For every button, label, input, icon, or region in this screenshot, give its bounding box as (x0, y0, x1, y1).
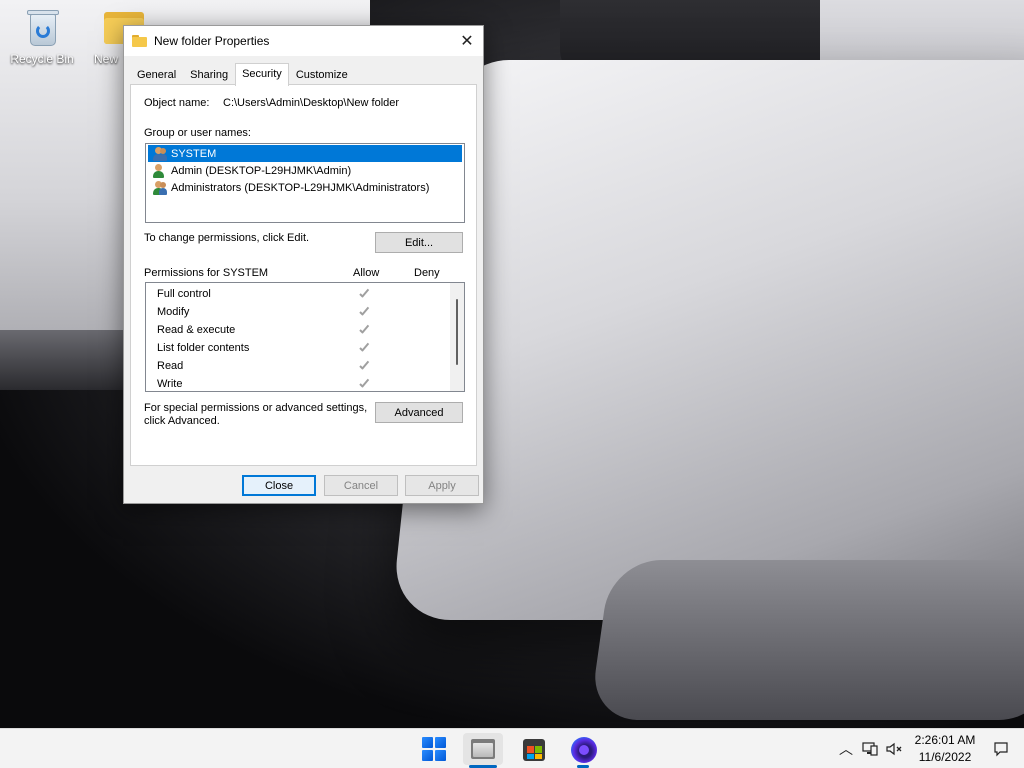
user-icon (151, 163, 167, 179)
user-name: Administrators (DESKTOP-L29HJMK\Administ… (171, 181, 430, 194)
system-clock[interactable]: 2:26:01 AM 11/6/2022 (908, 732, 982, 766)
permission-name: Full control (157, 288, 211, 300)
desktop-icon-label: Recycle Bin (10, 52, 74, 66)
show-hidden-icons-chevron-up-icon[interactable]: ︿ (836, 729, 856, 768)
allow-check-icon (358, 323, 372, 337)
desktop-icon-recycle-bin[interactable]: Recycle Bin (2, 6, 82, 66)
scrollbar[interactable] (450, 283, 464, 391)
folder-icon (132, 35, 147, 47)
clock-time: 2:26:01 AM (914, 733, 976, 747)
clock-date: 11/6/2022 (918, 750, 972, 764)
user-name: Admin (DESKTOP-L29HJMK\Admin) (171, 164, 352, 177)
file-explorer-icon (471, 739, 495, 759)
properties-dialog: New folder Properties ✕ General Sharing … (123, 25, 484, 504)
taskbar-firefox[interactable] (563, 733, 603, 768)
table-row: Read & execute (146, 322, 451, 340)
table-row: Full control (146, 286, 451, 304)
object-name-label: Object name: (144, 97, 210, 109)
user-list[interactable]: SYSTEM Admin (DESKTOP-L29HJMK\Admin) Adm… (145, 143, 465, 223)
scrollbar-thumb[interactable] (456, 299, 458, 365)
allow-check-icon (358, 341, 372, 355)
cancel-button[interactable]: Cancel (324, 475, 398, 496)
table-row: List folder contents (146, 340, 451, 358)
allow-column-header: Allow (353, 267, 380, 279)
permission-name: Modify (157, 306, 190, 318)
volume-muted-icon[interactable] (884, 729, 906, 768)
advanced-text: click Advanced. (144, 415, 220, 427)
permission-name: Read & execute (157, 324, 236, 336)
tab-sharing[interactable]: Sharing (183, 65, 235, 85)
list-item[interactable]: SYSTEM (148, 145, 462, 162)
permissions-list[interactable]: Full control Modify Read & execute List … (145, 282, 465, 392)
tab-customize[interactable]: Customize (289, 65, 355, 85)
taskbar: ︿ 2:26:01 AM 11/6/2022 (0, 728, 1024, 768)
permission-name: List folder contents (157, 342, 250, 354)
list-item[interactable]: Admin (DESKTOP-L29HJMK\Admin) (148, 162, 462, 179)
user-group-icon (151, 180, 167, 196)
permissions-for-label: Permissions for SYSTEM (144, 267, 269, 279)
user-name: SYSTEM (171, 147, 217, 160)
tab-strip: General Sharing Security Customize (130, 63, 355, 86)
windows-start-icon (422, 737, 446, 761)
wallpaper-shape (390, 60, 1024, 620)
wallpaper-shape (588, 560, 1024, 720)
table-row: Read (146, 358, 451, 376)
list-item[interactable]: Administrators (DESKTOP-L29HJMK\Administ… (148, 179, 462, 196)
allow-check-icon (358, 287, 372, 301)
network-icon[interactable] (860, 729, 880, 768)
deny-column-header: Deny (414, 267, 440, 279)
microsoft-store-icon (523, 739, 545, 761)
allow-check-icon (358, 305, 372, 319)
allow-check-icon (358, 377, 372, 391)
start-button[interactable] (414, 733, 454, 765)
tab-security[interactable]: Security (235, 63, 289, 86)
tab-general[interactable]: General (130, 65, 183, 85)
security-tab-panel: Object name: C:\Users\Admin\Desktop\New … (130, 84, 477, 466)
allow-check-icon (358, 359, 372, 373)
firefox-icon (571, 737, 597, 763)
apply-button[interactable]: Apply (405, 475, 479, 496)
table-row: Write (146, 376, 451, 391)
notifications-icon[interactable] (990, 729, 1012, 768)
permission-name: Write (157, 378, 183, 390)
close-icon[interactable]: ✕ (451, 26, 483, 56)
advanced-text: For special permissions or advanced sett… (144, 402, 368, 414)
taskbar-file-explorer[interactable] (463, 733, 503, 768)
change-permissions-text: To change permissions, click Edit. (144, 232, 310, 244)
edit-button[interactable]: Edit... (375, 232, 463, 253)
taskbar-microsoft-store[interactable] (514, 733, 554, 765)
group-names-label: Group or user names: (144, 127, 251, 139)
dialog-title: New folder Properties (154, 34, 270, 48)
dialog-titlebar[interactable]: New folder Properties ✕ (124, 26, 483, 56)
advanced-button[interactable]: Advanced (375, 402, 463, 423)
permission-name: Read (157, 360, 184, 372)
user-group-icon (151, 146, 167, 162)
recycle-bin-icon (22, 6, 62, 48)
table-row: Modify (146, 304, 451, 322)
object-name-value: C:\Users\Admin\Desktop\New folder (223, 97, 400, 109)
close-button[interactable]: Close (242, 475, 316, 496)
